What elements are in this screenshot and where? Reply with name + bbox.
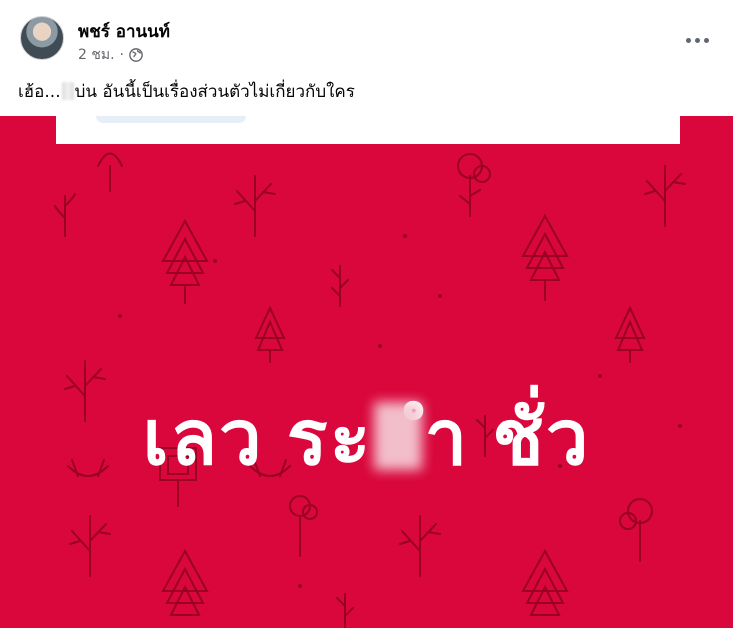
embedded-card-top — [56, 116, 680, 144]
more-options-button[interactable] — [679, 22, 715, 58]
post-meta: 2 ชม. · — [78, 44, 143, 66]
caption-end: บ่น อันนี้เป็นเรื่องส่วนตัวไม่เกี่ยวกับใ… — [74, 82, 355, 102]
embedded-card-pill — [96, 116, 246, 123]
image-headline: เลว ระ ำ ชั่ว — [0, 378, 733, 498]
caption-start: เฮ้อ... — [18, 82, 61, 102]
headline-part1: เลว ระ — [142, 396, 373, 481]
author-name[interactable]: พชร์ อานนท์ — [78, 18, 170, 45]
headline-censored-blur — [374, 402, 423, 470]
post-time[interactable]: 2 ชม. — [78, 44, 115, 66]
doodle-pattern-background — [54, 152, 686, 628]
meta-separator: · — [119, 47, 124, 63]
post-caption: เฮ้อ... บ่น อันนี้เป็นเรื่องส่วนตัวไม่เกี… — [18, 78, 355, 105]
post-header: พชร์ อานนท์ 2 ชม. · เฮ้อ... บ่น อันนี้เป็… — [0, 0, 733, 110]
caption-censored-blur — [61, 82, 74, 100]
post-image[interactable]: เลว ระ ำ ชั่ว — [0, 116, 733, 628]
avatar[interactable] — [20, 16, 64, 60]
headline-part2: ำ ชั่ว — [424, 396, 591, 481]
more-options-icon — [685, 37, 709, 43]
globe-icon[interactable] — [129, 48, 143, 62]
